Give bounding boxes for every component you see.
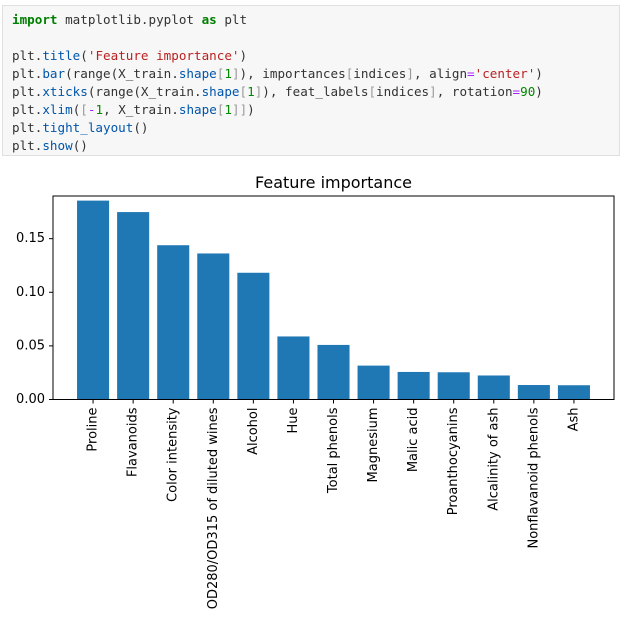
- code-token: , X_train.: [103, 102, 179, 117]
- bar: [477, 375, 510, 400]
- code-line: plt.show(): [12, 137, 543, 155]
- code-token: [: [239, 84, 248, 99]
- x-tick-label: OD280/OD315 of diluted wines: [206, 407, 221, 609]
- code-token: xticks: [42, 84, 88, 99]
- code-token: shape: [201, 84, 240, 99]
- code-token: , align: [413, 66, 468, 81]
- code-token: ), feat_labels: [262, 84, 369, 99]
- code-token: (): [133, 120, 149, 135]
- code-token: 90: [520, 84, 536, 99]
- code-token: plt.: [12, 102, 43, 117]
- bar: [517, 385, 550, 400]
- code-token: (range(X_train.: [87, 84, 202, 99]
- chart-title: Feature importance: [255, 173, 412, 192]
- code-token: show: [42, 138, 73, 153]
- y-tick-label: 0.05: [16, 338, 45, 353]
- code-token: 'Feature importance': [87, 48, 240, 63]
- code-line: plt.xticks(range(X_train.shape[1]), feat…: [12, 83, 543, 101]
- code-token: plt.: [12, 120, 43, 135]
- code-token: ]: [429, 84, 437, 99]
- bar: [117, 212, 150, 400]
- code-token: (: [80, 48, 88, 63]
- code-token: matplotlib.pyplot: [57, 12, 202, 27]
- x-tick-label: Flavanoids: [126, 407, 141, 477]
- x-tick-label: Magnesium: [366, 408, 381, 483]
- code-editor[interactable]: import matplotlib.pyplot as plt plt.titl…: [12, 11, 543, 155]
- code-token: xlim: [42, 102, 73, 117]
- x-tick-label: Nonflavanoid phenols: [526, 407, 541, 548]
- code-token: =: [512, 84, 521, 99]
- code-token: ]]: [232, 102, 248, 117]
- code-token: ): [247, 102, 255, 117]
- code-token: 'center': [474, 66, 536, 81]
- y-axis: 0.00 0.05 0.10 0.15: [16, 231, 53, 407]
- bar: [157, 245, 190, 400]
- code-token: 1: [247, 84, 255, 99]
- bars-group: [77, 200, 590, 400]
- code-token: ]: [406, 66, 414, 81]
- bar: [237, 272, 270, 400]
- code-token: 1: [95, 102, 104, 117]
- code-token: as: [201, 12, 217, 27]
- bar: [277, 336, 310, 400]
- code-token: ]: [231, 66, 240, 81]
- bar: [397, 371, 430, 400]
- code-token: (range(X_train.: [65, 66, 179, 81]
- y-tick-label: 0.15: [16, 231, 45, 246]
- x-tick-label: Proline: [86, 408, 101, 452]
- code-line: plt.bar(range(X_train.shape[1]), importa…: [12, 65, 543, 83]
- code-token: 1: [224, 102, 232, 117]
- code-token: (): [72, 138, 88, 153]
- bar: [77, 200, 110, 400]
- code-token: plt: [216, 12, 248, 27]
- code-token: plt.: [12, 138, 43, 153]
- code-token: plt.: [12, 48, 43, 63]
- x-tick-label: Proanthocyanins: [446, 407, 461, 515]
- code-token: indices: [353, 66, 407, 81]
- code-token: ): [535, 66, 543, 81]
- x-tick-label: Total phenols: [326, 407, 341, 494]
- code-token: , rotation: [436, 84, 513, 99]
- x-tick-label: Ash: [566, 408, 581, 432]
- code-token: title: [42, 48, 81, 63]
- code-line: import matplotlib.pyplot as plt: [12, 11, 543, 29]
- x-tick-label: Color intensity: [166, 407, 181, 502]
- code-token: plt.: [12, 66, 43, 81]
- x-tick-label: Alcalinity of ash: [486, 408, 501, 511]
- bar: [437, 372, 470, 400]
- bar: [557, 385, 590, 400]
- code-token: =: [467, 66, 475, 81]
- code-token: bar: [42, 66, 66, 81]
- y-tick-label: 0.10: [16, 285, 45, 300]
- x-tick-label: Alcohol: [246, 408, 261, 455]
- code-token: ): [535, 84, 543, 99]
- code-line: plt.title('Feature importance'): [12, 47, 543, 65]
- code-token: tight_layout: [42, 120, 134, 135]
- x-axis: Proline Flavanoids Color intensity OD280/OD…: [86, 399, 581, 609]
- x-tick-label: Malic acid: [406, 408, 421, 473]
- code-token: ): [239, 48, 248, 63]
- x-tick-label: Hue: [286, 408, 301, 434]
- code-token: ), importances: [239, 66, 346, 81]
- bar: [197, 253, 230, 400]
- code-token: 1: [224, 66, 232, 81]
- code-token: indices: [376, 84, 430, 99]
- code-line: plt.xlim([-1, X_train.shape[1]]): [12, 101, 543, 119]
- code-token: [: [80, 102, 88, 117]
- code-token: [: [368, 84, 377, 99]
- y-tick-label: 0.00: [16, 392, 45, 407]
- code-token: plt.: [12, 84, 43, 99]
- bar: [317, 344, 350, 400]
- bar-chart: Feature importance 0.00 0.05 0.10 0.15 Prol…: [16, 173, 615, 609]
- code-cell[interactable]: import matplotlib.pyplot as plt plt.titl…: [2, 5, 620, 156]
- code-token: shape: [178, 66, 217, 81]
- code-token: shape: [178, 102, 217, 117]
- code-line: plt.tight_layout(): [12, 119, 543, 137]
- code-token: import: [12, 12, 58, 27]
- bar: [357, 365, 390, 400]
